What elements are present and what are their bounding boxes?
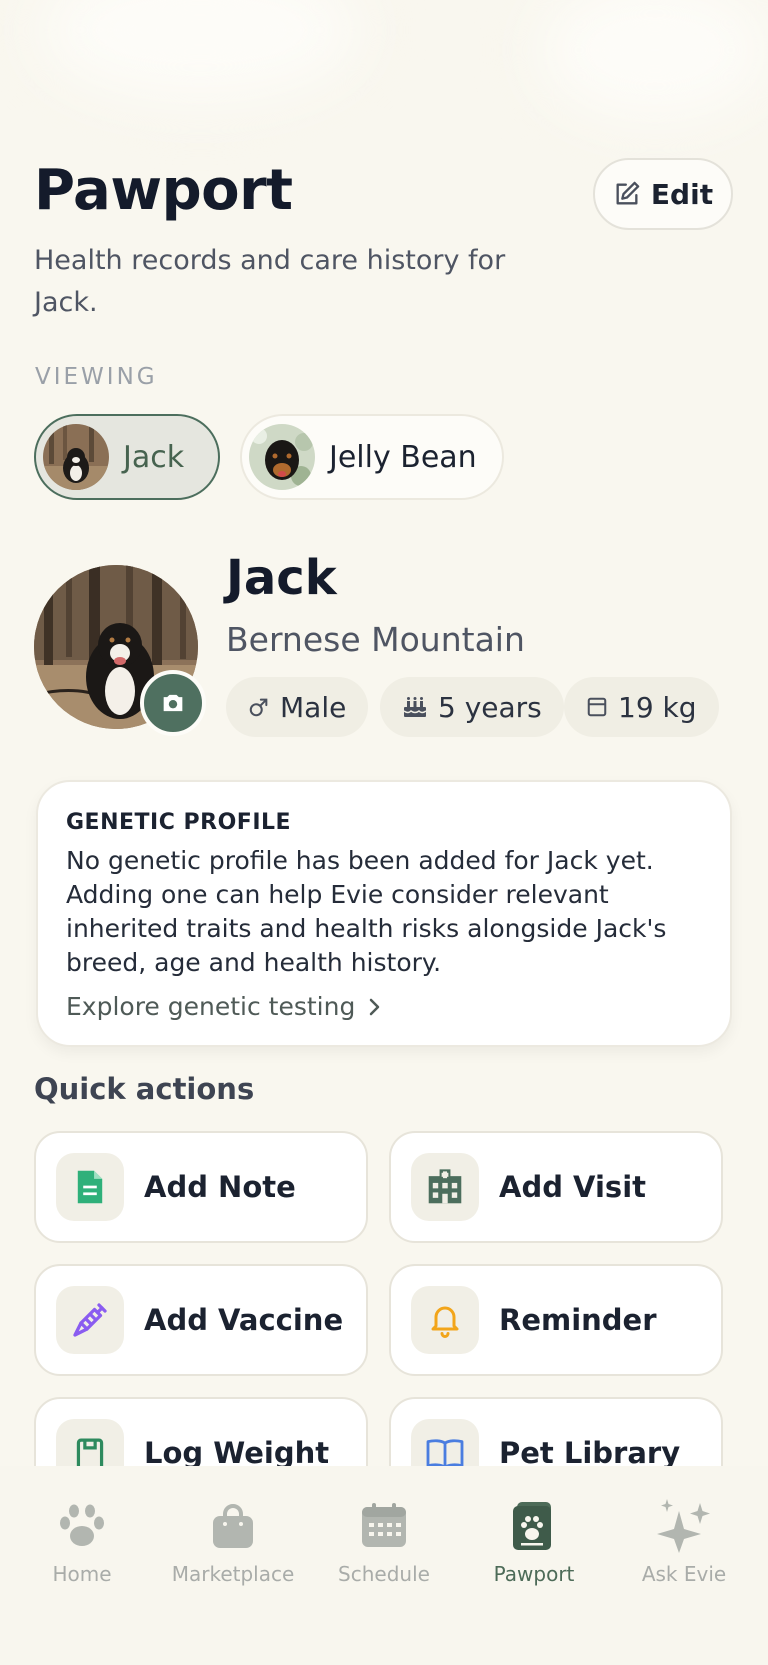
genetic-profile-card: GENETIC PROFILE No genetic profile has b…: [36, 780, 732, 1047]
chevron-right-icon: [370, 998, 380, 1015]
age-value: 5 years: [438, 690, 542, 724]
edit-icon: [616, 181, 640, 205]
sparkle-icon: [657, 1499, 710, 1553]
explore-genetic-testing-link[interactable]: Explore genetic testing: [66, 992, 381, 1021]
pet-chip-label: Jack: [123, 439, 185, 475]
cake-icon: [403, 697, 427, 717]
page-title: Pawport: [34, 158, 293, 223]
pet-chip-jelly-bean[interactable]: Jelly Bean: [240, 414, 504, 500]
syringe-icon: [73, 1303, 107, 1337]
background-glow: [40, 0, 360, 100]
reminder-button[interactable]: Reminder: [389, 1264, 723, 1376]
calendar-icon: [362, 1503, 406, 1547]
genetic-profile-title: GENETIC PROFILE: [66, 810, 292, 835]
weight-icon: [587, 697, 607, 717]
pet-chip-jack[interactable]: Jack: [34, 414, 220, 500]
add-note-button[interactable]: Add Note: [34, 1131, 368, 1243]
nav-ask-evie[interactable]: Ask Evie: [609, 1498, 759, 1586]
sex-tag: Male: [226, 677, 369, 737]
age-tag: 5 years: [380, 677, 564, 737]
pet-chip-label: Jelly Bean: [329, 439, 477, 475]
background-glow: [540, 0, 768, 120]
nav-marketplace[interactable]: Marketplace: [158, 1498, 308, 1586]
pet-library-label: Pet Library: [499, 1436, 681, 1470]
avatar: [249, 424, 315, 490]
log-weight-label: Log Weight: [144, 1436, 330, 1470]
bell-icon: [431, 1306, 459, 1338]
hospital-icon: [428, 1169, 462, 1204]
nav-pawport[interactable]: Pawport: [459, 1498, 609, 1586]
add-visit-button[interactable]: Add Visit: [389, 1131, 723, 1243]
bag-icon: [213, 1504, 253, 1548]
pawport-icon: [513, 1502, 551, 1550]
book-icon: [426, 1439, 464, 1469]
viewing-label: VIEWING: [35, 364, 158, 390]
nav-marketplace-label: Marketplace: [171, 1562, 295, 1586]
pawport-screen: Pawport Health records and care history …: [0, 0, 768, 1665]
edit-button[interactable]: Edit: [593, 158, 733, 230]
explore-genetic-testing-label: Explore genetic testing: [66, 992, 356, 1021]
add-vaccine-label: Add Vaccine: [144, 1303, 344, 1337]
change-photo-button[interactable]: [140, 670, 206, 736]
sex-value: Male: [280, 690, 347, 724]
pet-name: Jack: [226, 550, 337, 606]
add-note-label: Add Note: [144, 1170, 296, 1204]
nav-ask-evie-label: Ask Evie: [641, 1562, 727, 1586]
add-visit-label: Add Visit: [499, 1170, 646, 1204]
nav-schedule[interactable]: Schedule: [309, 1498, 459, 1586]
male-icon: [249, 698, 268, 717]
nav-home-label: Home: [52, 1562, 112, 1586]
nav-schedule-label: Schedule: [338, 1562, 430, 1586]
bottom-nav: Home Marketplace Schedule Pawport Ask Ev…: [0, 1466, 768, 1665]
weight-value: 19 kg: [618, 690, 697, 724]
paw-icon: [60, 1504, 104, 1546]
camera-icon: [163, 694, 183, 712]
genetic-profile-text: No genetic profile has been added for Ja…: [66, 846, 667, 977]
reminder-label: Reminder: [499, 1303, 657, 1337]
note-icon: [77, 1170, 103, 1204]
nav-pawport-label: Pawport: [493, 1562, 575, 1586]
quick-actions-title: Quick actions: [34, 1072, 255, 1106]
page-subtitle: Health records and care history for Jack…: [34, 245, 506, 318]
weight-tag: 19 kg: [564, 677, 719, 737]
avatar: [43, 424, 109, 490]
pet-breed: Bernese Mountain: [226, 620, 525, 659]
edit-label: Edit: [650, 177, 714, 211]
add-vaccine-button[interactable]: Add Vaccine: [34, 1264, 368, 1376]
nav-home[interactable]: Home: [7, 1498, 157, 1586]
